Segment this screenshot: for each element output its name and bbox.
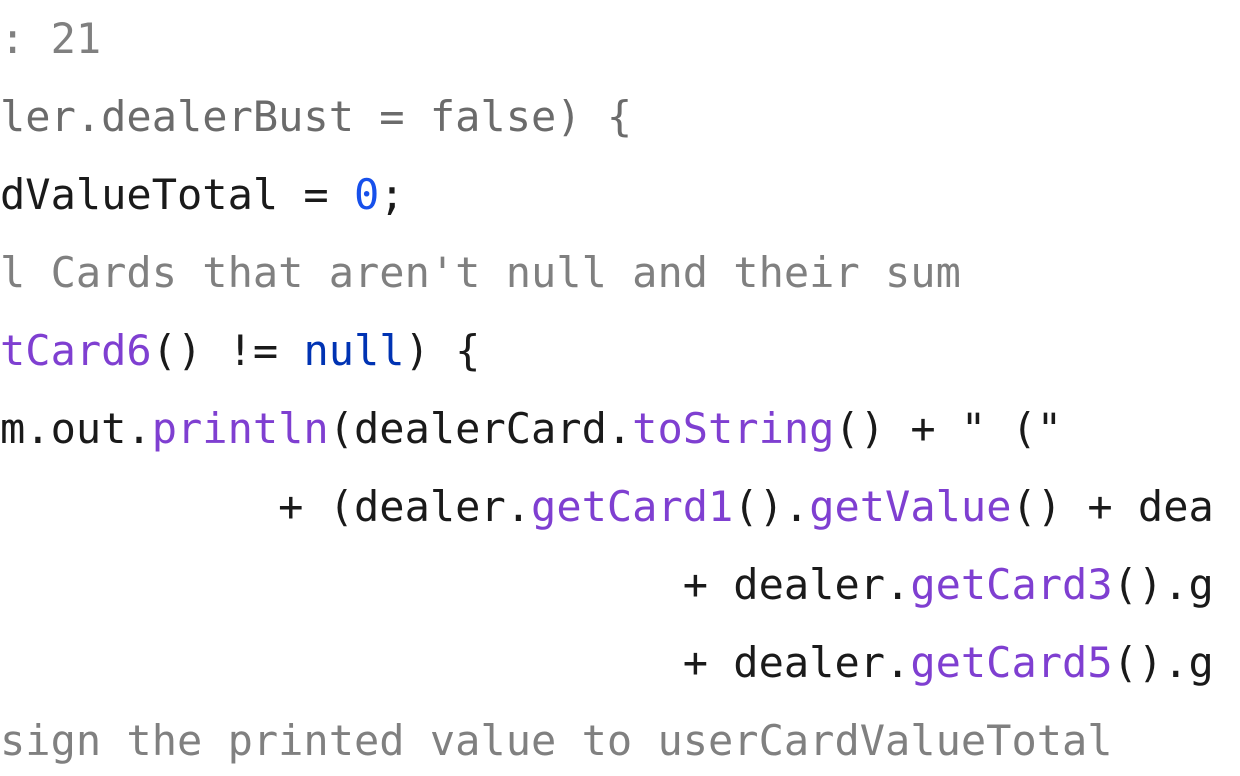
code-line[interactable]: + (dealer.getCard1().getValue() + dea [0,468,1214,546]
code-token-default: + dealer. [682,638,911,687]
code-token-default: () != [151,326,304,375]
code-editor-viewport[interactable]: : 21 ler.dealerBust = false) { dValueTotal… [0,0,1240,776]
code-token-muted: ler.dealerBust = false) { [0,92,633,141]
code-token-method: getCard3 [910,560,1113,609]
code-token-default: ().g [1112,638,1214,687]
code-line[interactable]: sign the printed value to userCardValueT… [0,702,1113,776]
code-token-method: println [151,404,329,453]
code-token-default: ) { [404,326,481,375]
code-token-comment: sign the printed value to userCardValueT… [0,716,1113,765]
code-token-keyword: null [303,326,405,375]
code-token-default: (dealerCard. [328,404,633,453]
code-token-comment: l Cards that aren't null and their sum [0,248,961,297]
code-line[interactable]: m.out.println(dealerCard.toString() + " … [0,390,1062,468]
code-token-default: () + dea [1011,482,1214,531]
code-token-default: ; [379,170,405,219]
code-line[interactable]: dValueTotal = 0; [0,156,405,234]
code-token-default: () + " (" [834,404,1063,453]
code-token-default: + dealer. [682,560,911,609]
code-line[interactable]: tCard6() != null) { [0,312,480,390]
code-line[interactable]: + dealer.getCard5().g [0,624,1214,702]
code-token-default: + (dealer. [278,482,532,531]
code-token-method: getValue [809,482,1012,531]
code-line[interactable]: + dealer.getCard3().g [0,546,1214,624]
code-token-default: ().g [1112,560,1214,609]
code-line[interactable]: l Cards that aren't null and their sum [0,234,961,312]
code-token-number: 0 [354,170,380,219]
code-token-method: tCard6 [0,326,152,375]
code-token-default: (). [733,482,810,531]
code-token-default: dValueTotal = [0,170,355,219]
code-line[interactable]: : 21 [0,0,101,78]
code-line[interactable]: ler.dealerBust = false) { [0,78,632,156]
code-token-comment: : 21 [0,14,102,63]
code-token-method: getCard5 [910,638,1113,687]
code-token-method: getCard1 [531,482,734,531]
code-token-method: toString [632,404,835,453]
code-token-default: m.out. [0,404,152,453]
